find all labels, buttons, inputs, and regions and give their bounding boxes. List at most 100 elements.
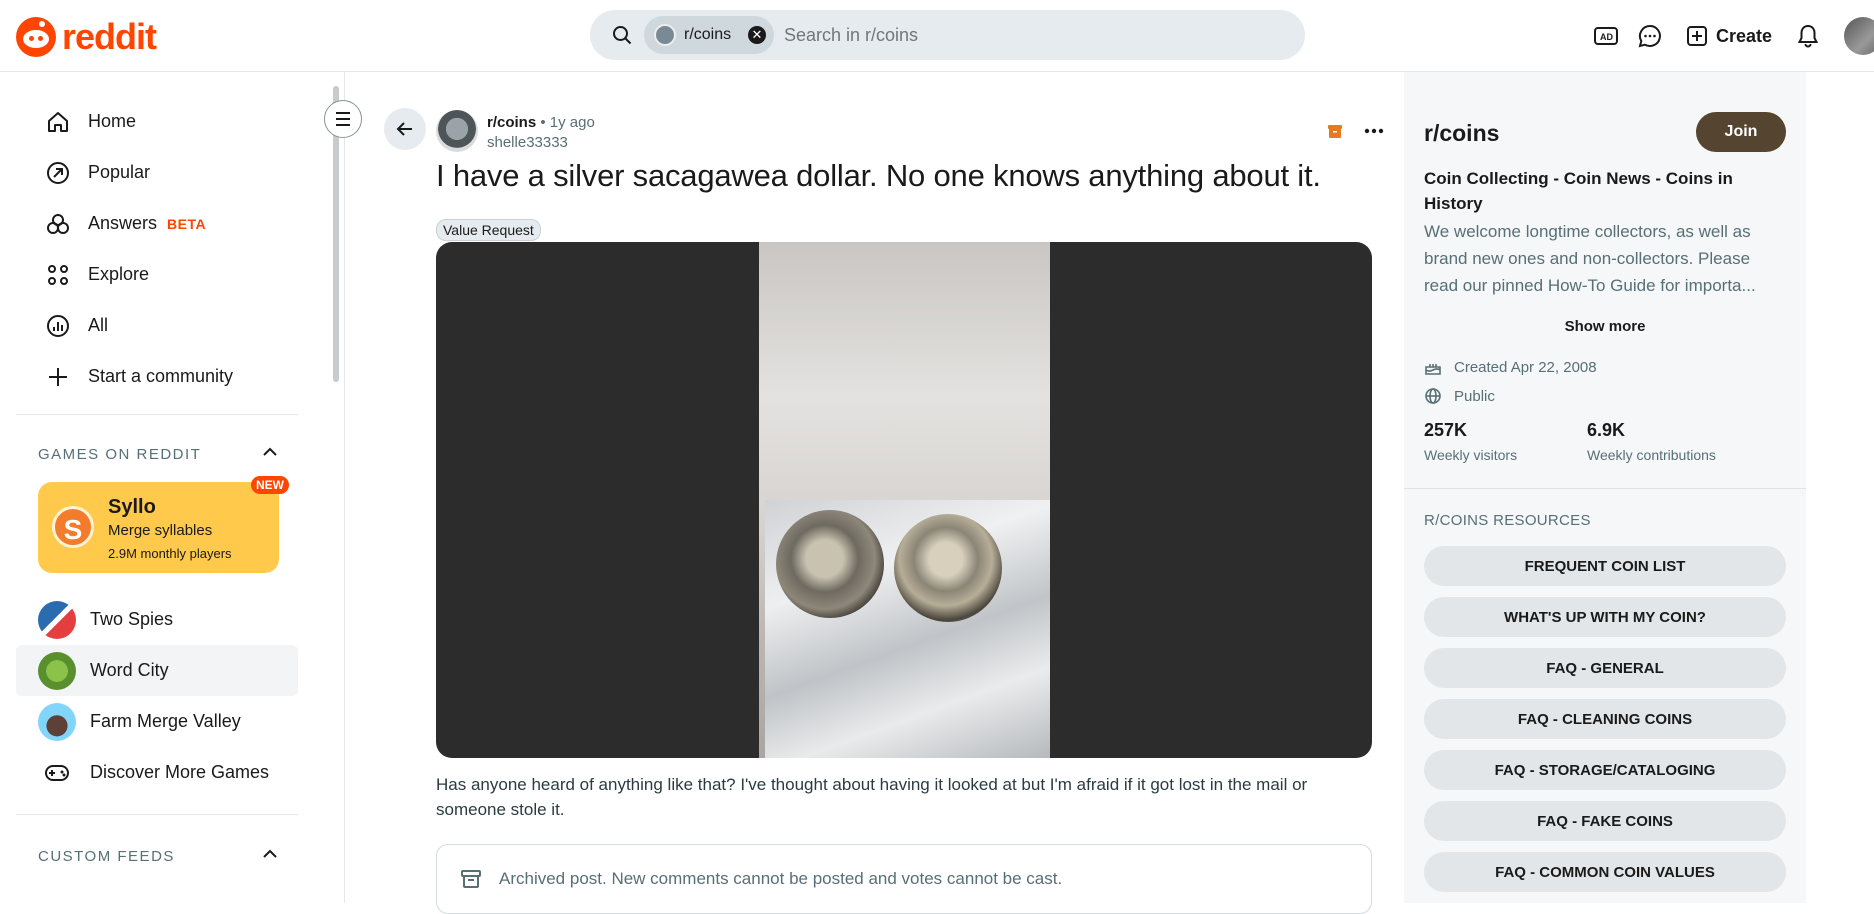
user-avatar[interactable] — [1844, 17, 1874, 55]
community-name[interactable]: r/coins — [1424, 120, 1499, 147]
popular-icon — [47, 161, 69, 184]
resource-button[interactable]: FREQUENT COIN LIST — [1424, 546, 1786, 586]
syllo-icon: S — [52, 506, 94, 548]
chevron-up-icon — [263, 447, 277, 456]
nav-start-community[interactable]: Start a community — [16, 351, 298, 402]
nav-label: Popular — [88, 162, 151, 182]
resource-button[interactable]: FAQ - CLEANING COINS — [1424, 699, 1786, 739]
post-image[interactable] — [436, 242, 1372, 758]
create-label: Create — [1715, 25, 1772, 46]
post-content: r/coins • 1y ago shelle33333 I have a si… — [346, 72, 1404, 914]
collapse-sidebar-button[interactable] — [324, 100, 362, 138]
coin-back — [894, 514, 1002, 622]
main-nav: Home Popular Answers BETA Explore All St… — [16, 96, 298, 402]
weekly-visitors-label: Weekly visitors — [1424, 447, 1518, 463]
left-sidebar: Home Popular Answers BETA Explore All St… — [0, 72, 362, 903]
snoo-icon — [16, 17, 56, 57]
featured-game-card[interactable]: S Syllo Merge syllables 2.9M monthly pla… — [38, 476, 289, 573]
nav-label: Start a community — [88, 366, 234, 386]
author-link[interactable]: shelle33333 — [487, 134, 568, 151]
game-label: Word City — [90, 660, 169, 680]
bell-icon — [1797, 24, 1819, 48]
game-subtitle: Merge syllables — [108, 522, 213, 539]
create-button[interactable]: Create — [1672, 14, 1786, 58]
resource-button[interactable]: FAQ - GENERAL — [1424, 648, 1786, 688]
chip-label: r/coins — [684, 26, 732, 43]
svg-text:AD: AD — [1600, 32, 1613, 42]
divider — [1404, 488, 1806, 489]
weekly-visitors-value: 257K — [1424, 420, 1468, 440]
show-more-button[interactable]: Show more — [1424, 318, 1786, 335]
post-body: Has anyone heard of anything like that? … — [436, 775, 1308, 819]
subreddit-filter-chip[interactable]: r/coins ✕ — [644, 16, 774, 54]
archived-notice: Archived post. New comments cannot be po… — [436, 844, 1372, 914]
menu-icon — [336, 112, 350, 126]
reddit-logo[interactable]: reddit — [16, 16, 157, 58]
all-icon — [47, 314, 69, 337]
nav-popular[interactable]: Popular — [16, 147, 298, 198]
more-options-icon[interactable] — [1364, 128, 1384, 134]
nav-home[interactable]: Home — [16, 96, 298, 147]
header-actions: AD Create — [1584, 14, 1874, 58]
resource-button[interactable]: FAQ - STORAGE/CATALOGING — [1424, 750, 1786, 790]
archive-box-icon — [461, 870, 481, 888]
subreddit-link[interactable]: r/coins — [487, 114, 536, 131]
games-section-header[interactable]: GAMES ON REDDIT — [38, 446, 278, 463]
created-date: Created Apr 22, 2008 — [1424, 358, 1597, 376]
join-button[interactable]: Join — [1696, 112, 1786, 152]
farm-merge-valley-icon — [38, 702, 76, 741]
advertise-button[interactable]: AD — [1584, 14, 1628, 58]
archived-text: Archived post. New comments cannot be po… — [499, 869, 1063, 888]
meta-separator: • — [540, 114, 550, 131]
explore-icon — [48, 264, 68, 285]
game-two-spies[interactable]: Two Spies — [16, 594, 298, 645]
arrow-left-icon — [396, 122, 412, 136]
page-gutter — [1806, 72, 1874, 903]
subreddit-avatar[interactable] — [436, 110, 478, 152]
nav-explore[interactable]: Explore — [16, 249, 298, 300]
nav-answers[interactable]: Answers BETA — [16, 198, 298, 249]
nav-label: All — [88, 315, 109, 335]
nav-label: Answers — [88, 213, 158, 233]
post-actions — [1326, 122, 1384, 140]
visibility-text: Public — [1454, 387, 1495, 405]
search-bar[interactable]: r/coins ✕ — [590, 10, 1305, 60]
weekly-contrib-label: Weekly contributions — [1587, 447, 1716, 463]
game-label: Discover More Games — [90, 762, 270, 782]
nav-label: Home — [88, 111, 137, 131]
weekly-visitors: 257K Weekly visitors — [1424, 420, 1517, 463]
resource-button[interactable]: FAQ - COMMON COIN VALUES — [1424, 852, 1786, 892]
created-text: Created Apr 22, 2008 — [1454, 358, 1597, 376]
resource-button[interactable]: WHAT'S UP WITH MY COIN? — [1424, 597, 1786, 637]
post-flair[interactable]: Value Request — [436, 219, 541, 241]
divider — [16, 414, 298, 415]
resource-button[interactable]: FAQ - FAKE COINS — [1424, 801, 1786, 841]
home-icon — [48, 111, 68, 132]
custom-feeds-heading: CUSTOM FEEDS — [38, 848, 175, 865]
cake-icon — [1425, 364, 1441, 375]
visibility: Public — [1424, 387, 1495, 405]
community-headline: Coin Collecting - Coin News - Coins in H… — [1424, 169, 1733, 213]
logo-text: reddit — [62, 16, 157, 57]
community-description: We welcome longtime collectors, as well … — [1424, 222, 1756, 295]
community-sidebar: r/coins Join Coin Collecting - Coin News… — [1404, 72, 1806, 903]
chevron-up-icon — [263, 849, 277, 858]
back-button[interactable] — [384, 108, 426, 150]
nav-all[interactable]: All — [16, 300, 298, 351]
discover-more-games[interactable]: Discover More Games — [16, 747, 298, 798]
game-farm-merge-valley[interactable]: Farm Merge Valley — [16, 696, 298, 747]
custom-feeds-section-header[interactable]: CUSTOM FEEDS — [38, 848, 278, 865]
game-word-city[interactable]: Word City — [16, 645, 298, 696]
game-label: Farm Merge Valley — [90, 711, 241, 731]
gamepad-icon — [45, 764, 69, 781]
notifications-button[interactable] — [1786, 14, 1830, 58]
clear-chip-icon[interactable]: ✕ — [748, 26, 766, 44]
search-input[interactable] — [784, 22, 1264, 48]
word-city-icon — [38, 651, 76, 690]
new-badge: NEW — [251, 476, 289, 494]
nav-label: Explore — [88, 264, 150, 284]
chat-button[interactable] — [1628, 14, 1672, 58]
advertise-icon: AD — [1593, 27, 1618, 45]
game-players: 2.9M monthly players — [108, 546, 232, 561]
divider — [16, 814, 298, 815]
